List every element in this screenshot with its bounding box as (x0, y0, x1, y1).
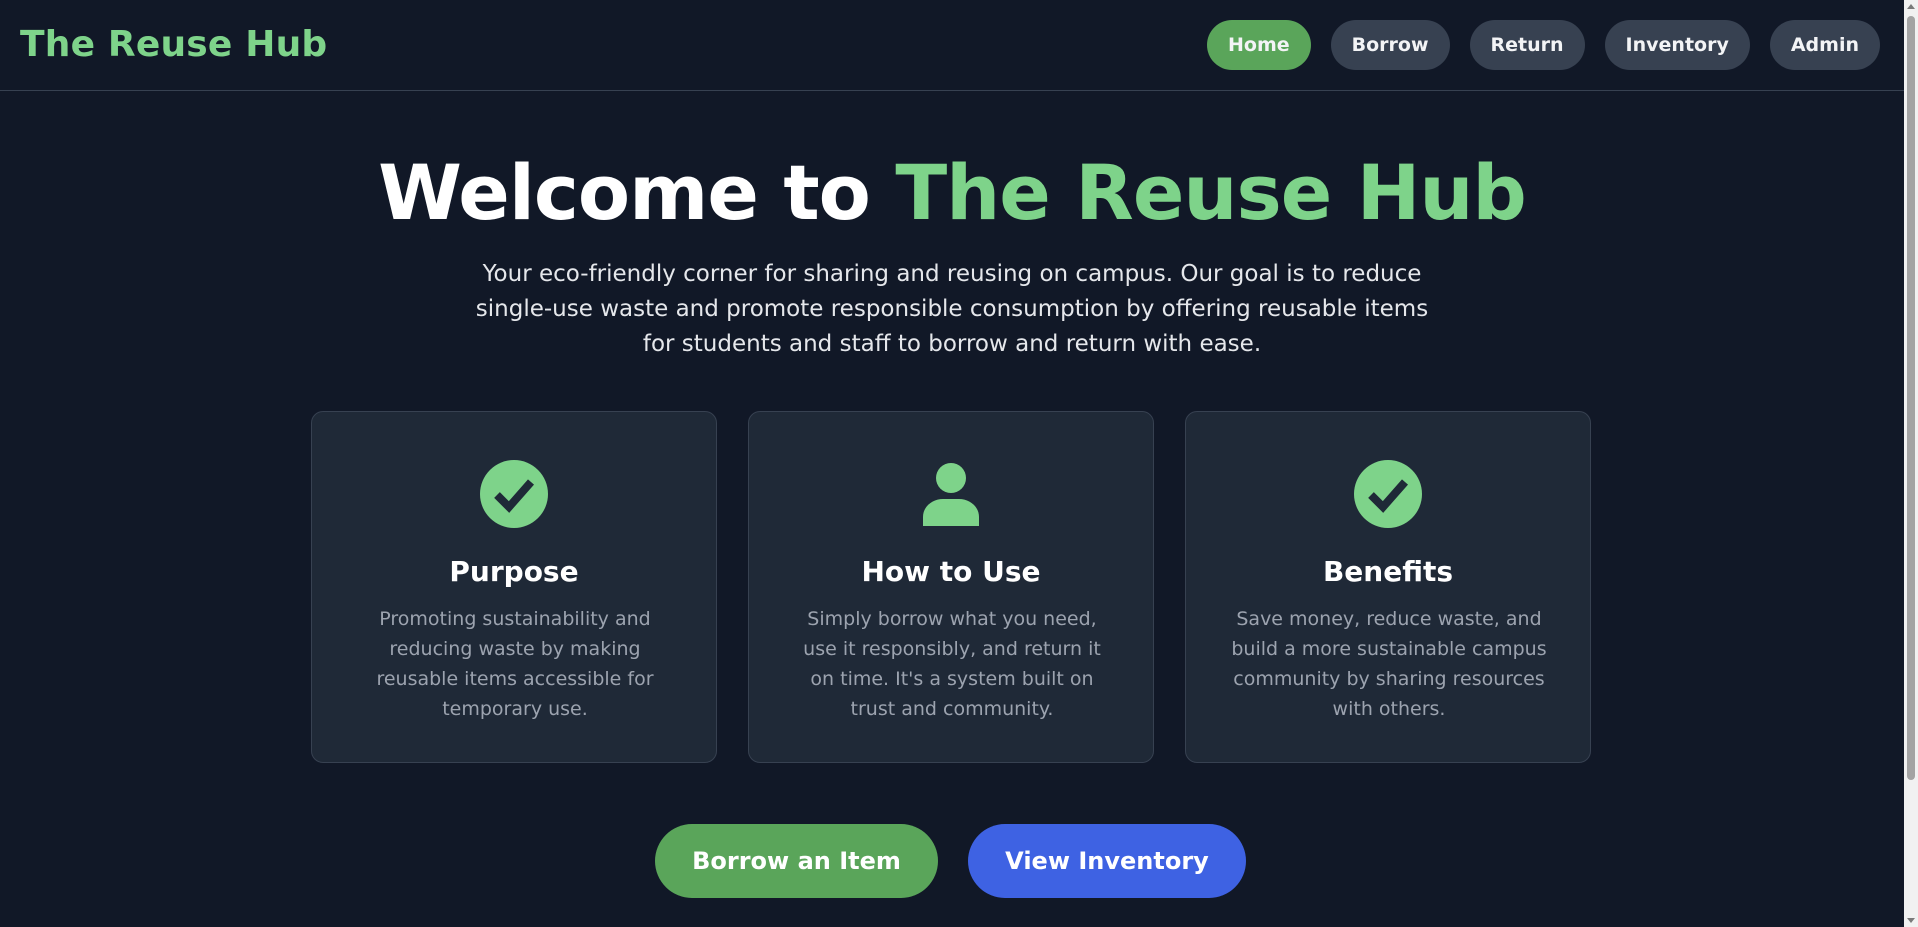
nav-home-button[interactable]: Home (1206, 20, 1311, 70)
nav-admin-button[interactable]: Admin (1769, 20, 1880, 70)
top-header: The Reuse Hub Home Borrow Return Invento… (0, 0, 1904, 91)
card-title: How to Use (861, 555, 1041, 588)
view-inventory-button[interactable]: View Inventory (968, 824, 1246, 898)
feature-card-benefits: Benefits Save money, reduce waste, and b… (1185, 411, 1591, 763)
scroll-up-icon[interactable] (1906, 2, 1916, 12)
borrow-item-button[interactable]: Borrow an Item (655, 824, 938, 898)
brand-logo[interactable]: The Reuse Hub (20, 24, 327, 65)
vertical-scrollbar[interactable] (1904, 0, 1918, 927)
card-text: Promoting sustainability and reducing wa… (376, 608, 654, 720)
check-circle-icon (1354, 460, 1422, 528)
card-text: Save money, reduce waste, and build a mo… (1231, 608, 1547, 720)
scrollbar-thumb[interactable] (1907, 16, 1915, 780)
main-nav: Home Borrow Return Inventory Admin (1206, 20, 1880, 70)
nav-inventory-button[interactable]: Inventory (1604, 20, 1750, 70)
scroll-down-icon[interactable] (1906, 915, 1916, 925)
feature-card-purpose: Purpose Promoting sustainability and red… (311, 411, 717, 763)
card-title: Purpose (449, 555, 579, 588)
hero-title-accent: The Reuse Hub (895, 148, 1526, 237)
hero-title: Welcome to The Reuse Hub (0, 148, 1904, 237)
card-title: Benefits (1322, 555, 1454, 588)
card-text: Simply borrow what you need, use it resp… (803, 608, 1101, 720)
feature-card-how-to-use: How to Use Simply borrow what you need, … (748, 411, 1154, 763)
nav-borrow-button[interactable]: Borrow (1330, 20, 1450, 70)
nav-return-button[interactable]: Return (1469, 20, 1585, 70)
check-circle-icon (480, 460, 548, 528)
hero-title-prefix: Welcome to (378, 148, 896, 237)
user-icon (917, 460, 985, 528)
page: The Reuse Hub Home Borrow Return Invento… (0, 0, 1918, 927)
hero-subtitle: Your eco-friendly corner for sharing and… (475, 261, 1429, 357)
